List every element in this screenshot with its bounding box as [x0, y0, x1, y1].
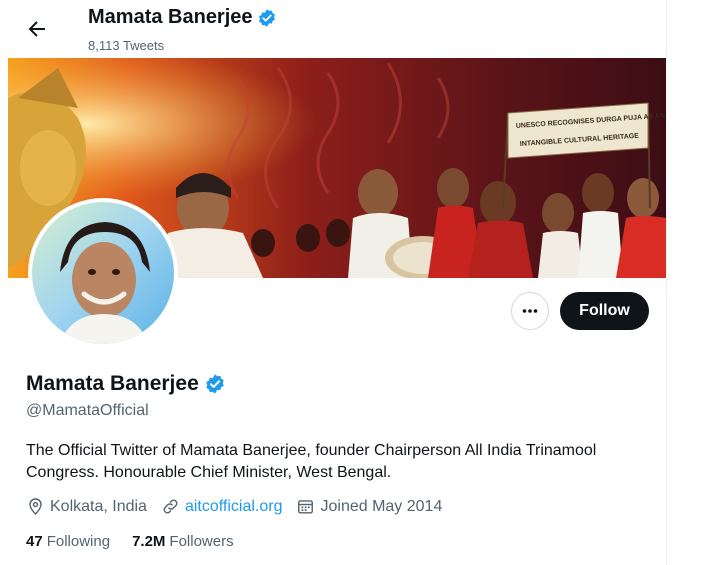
followers-stat[interactable]: 7.2M Followers [132, 533, 234, 550]
back-arrow-icon[interactable] [25, 17, 49, 41]
profile-bio: The Official Twitter of Mamata Banerjee,… [26, 442, 597, 481]
profile-column: Mamata Banerjee 8,113 Tweets UNESCO RECO… [8, 0, 667, 565]
more-icon [522, 309, 538, 313]
profile-stats: 47 Following 7.2M Followers [26, 533, 256, 550]
profile-name-row: Mamata Banerjee [26, 372, 226, 396]
followers-count: 7.2M [132, 533, 166, 550]
verified-badge-icon [206, 374, 224, 394]
website-item: aitcofficial.org [161, 497, 283, 516]
tweet-count: 8,113 Tweets [88, 38, 165, 53]
link-icon [163, 499, 178, 514]
top-bar: Mamata Banerjee 8,113 Tweets [8, 0, 666, 58]
header-title: Mamata Banerjee [88, 6, 277, 29]
following-stat[interactable]: 47 Following [26, 533, 110, 550]
avatar[interactable] [28, 198, 178, 348]
profile-handle: @MamataOfficial [26, 402, 149, 419]
follow-button[interactable]: Follow [560, 292, 649, 330]
calendar-icon [298, 500, 314, 514]
profile-meta: Kolkata, India aitcofficial.org Joined M… [26, 497, 456, 516]
joined-text: Joined May 2014 [320, 497, 443, 515]
avatar-image [32, 202, 174, 344]
profile-name: Mamata Banerjee [26, 372, 199, 395]
header-name: Mamata Banerjee [88, 6, 253, 28]
more-button[interactable] [511, 292, 549, 330]
followers-label: Followers [169, 533, 234, 550]
location-item: Kolkata, India [26, 497, 147, 516]
location-icon [29, 498, 42, 516]
website-link[interactable]: aitcofficial.org [185, 498, 283, 516]
location-text: Kolkata, India [50, 497, 147, 515]
following-label: Following [46, 533, 111, 550]
following-count: 47 [26, 533, 43, 550]
verified-badge-icon [258, 8, 275, 27]
joined-item: Joined May 2014 [296, 497, 442, 516]
